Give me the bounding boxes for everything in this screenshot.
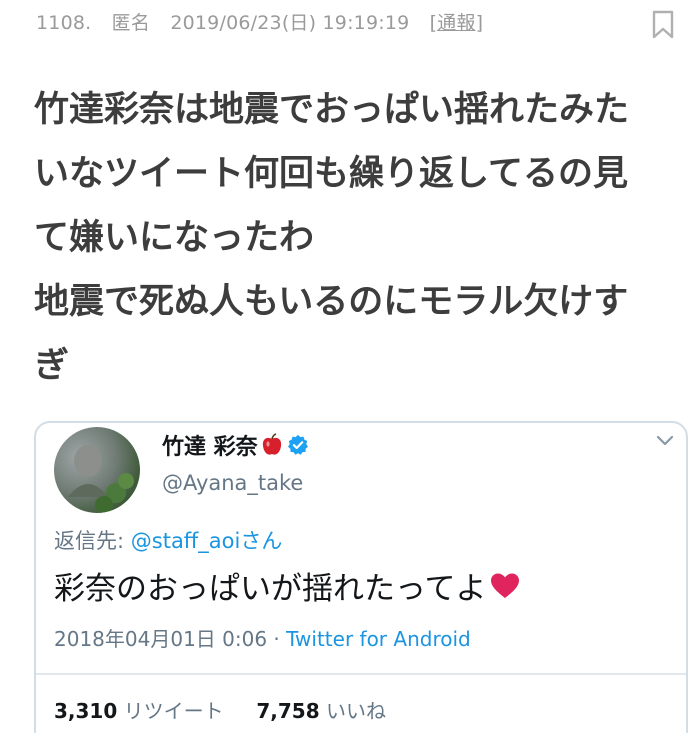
tweet-source-link[interactable]: Twitter for Android <box>286 627 471 651</box>
reply-prefix: 返信先: <box>54 529 131 553</box>
display-name-text[interactable]: 竹達 彩奈 <box>162 429 258 461</box>
tweet-handle[interactable]: @Ayana_take <box>162 471 303 495</box>
tweet-stats: 3,310 リツイート 7,758 いいね <box>54 695 386 724</box>
like-label[interactable]: いいね <box>326 699 386 723</box>
tweet-timestamp: 2018年04月01日 0:06 · Twitter for Android <box>54 623 471 652</box>
comment-line: ぎ <box>34 346 70 386</box>
tweet-text-content: 彩奈のおっぱいが揺れたってよ <box>54 571 487 607</box>
post-author: 匿名 <box>111 12 151 34</box>
comment-line: いなツイート何回も繰り返してるの見 <box>34 154 628 194</box>
post-datetime: 2019/06/23(日) 19:19:19 <box>170 12 410 34</box>
heart-icon <box>491 573 520 598</box>
comment-line: て嫌いになったわ <box>34 218 315 258</box>
retweet-count[interactable]: 3,310 <box>54 699 117 723</box>
retweet-label[interactable]: リツイート <box>124 699 224 723</box>
post-meta: 1108. 匿名 2019/06/23(日) 19:19:19 [通報] <box>36 8 483 35</box>
post-number: 1108. <box>36 12 92 34</box>
tweet-date[interactable]: 2018年04月01日 0:06 · <box>54 627 286 651</box>
embedded-tweet-card[interactable]: 竹達 彩奈 @Ayana_take 返信先: @staff_aoiさん 彩奈のお… <box>34 421 688 733</box>
tweet-text: 彩奈のおっぱいが揺れたってよ <box>54 563 520 608</box>
reply-to-line: 返信先: @staff_aoiさん <box>54 525 282 555</box>
comment-body: 竹達彩奈は地震でおっぱい揺れたみた いなツイート何回も繰り返してるの見 て嫌いに… <box>34 78 684 398</box>
chevron-down-icon[interactable] <box>656 435 674 447</box>
report-link[interactable]: [通報] <box>430 12 484 34</box>
divider <box>36 673 686 675</box>
avatar[interactable] <box>54 427 140 513</box>
tweet-display-name[interactable]: 竹達 彩奈 <box>162 429 309 461</box>
verified-badge-icon <box>287 434 308 455</box>
apple-icon <box>262 433 281 455</box>
comment-line: 竹達彩奈は地震でおっぱい揺れたみた <box>34 90 630 130</box>
bookmark-icon[interactable] <box>652 10 674 40</box>
like-count[interactable]: 7,758 <box>256 699 319 723</box>
reply-mention-link[interactable]: @staff_aoiさん <box>131 529 283 553</box>
comment-line: 地震で死ぬ人もいるのにモラル欠けす <box>34 282 629 322</box>
